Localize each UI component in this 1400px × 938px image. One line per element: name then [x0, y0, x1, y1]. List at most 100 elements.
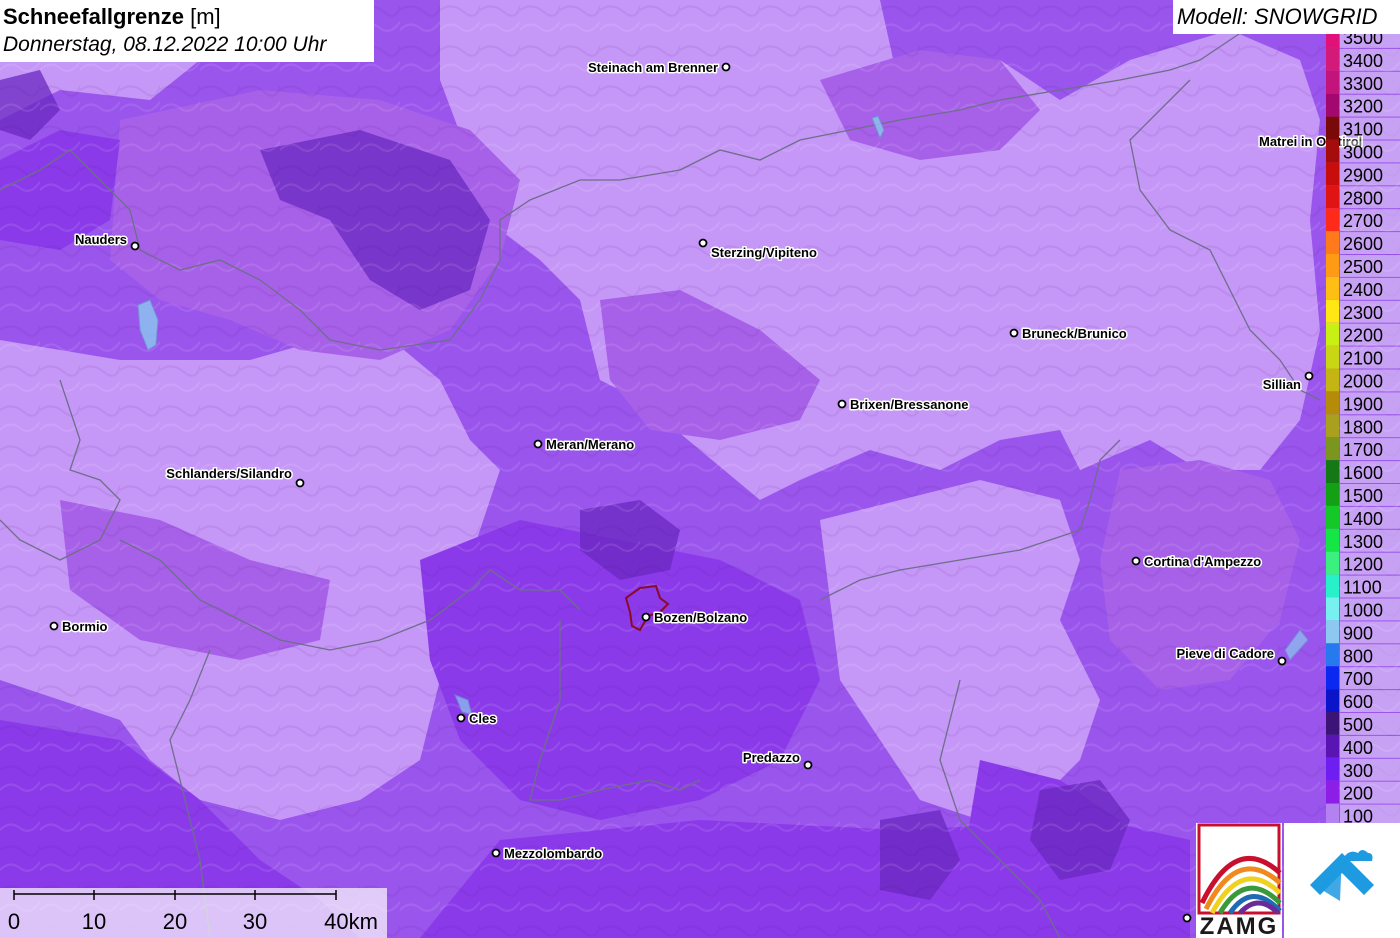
legend-label: 200: [1343, 784, 1373, 804]
scale-bar: 0 10 20 30 40km: [0, 888, 387, 938]
town-label: Cles: [469, 711, 496, 726]
legend-swatch: [1326, 254, 1339, 277]
legend-swatch: [1326, 70, 1339, 94]
town-label: Meran/Merano: [546, 437, 634, 452]
legend-swatch: [1326, 414, 1339, 438]
geosphere-logo: [1284, 823, 1400, 938]
town-label: Bozen/Bolzano: [654, 610, 747, 625]
legend-swatch: [1326, 734, 1339, 758]
zamg-logo: ZAMG: [1196, 823, 1282, 938]
legend-label: 2300: [1343, 303, 1383, 323]
town-label: Predazzo: [743, 750, 800, 765]
legend-label: 2200: [1343, 326, 1383, 346]
legend-label: 1300: [1343, 532, 1383, 552]
legend-label: 300: [1343, 761, 1373, 781]
legend-label: 100: [1343, 807, 1373, 824]
legend-label: 1100: [1343, 578, 1382, 598]
legend-swatch: [1326, 139, 1339, 163]
scale-label: 0: [8, 909, 20, 934]
town-label: Pieve di Cadore: [1176, 646, 1274, 661]
town-label: Cortina d'Ampezzo: [1144, 554, 1261, 569]
legend-swatch: [1326, 34, 1339, 48]
legend-label: 1900: [1343, 394, 1383, 414]
legend-swatch: [1326, 231, 1339, 254]
color-legend: 3500 3400 3300 3200 3100 30002900 2800 2700 2600…: [1326, 34, 1400, 824]
legend-swatch: [1326, 528, 1339, 552]
legend-label: 3300: [1343, 74, 1383, 94]
legend-swatch: [1326, 483, 1339, 506]
town-label: Sterzing/Vipiteno: [711, 245, 817, 260]
town-label: Nauders: [75, 232, 127, 247]
legend-label: 2600: [1343, 234, 1383, 254]
cloud-icon: [1344, 850, 1373, 861]
legend-label: 2800: [1343, 188, 1383, 208]
legend-label: 1500: [1343, 486, 1383, 506]
legend-swatch: [1326, 368, 1339, 392]
town-label: Schlanders/Silandro: [166, 466, 292, 481]
legend-swatch: [1326, 505, 1339, 529]
town-label: Bormio: [62, 619, 108, 634]
map-title-box: Schneefallgrenze [m] Donnerstag, 08.12.2…: [0, 0, 374, 62]
legend-label: 2900: [1343, 165, 1383, 185]
legend-swatch: [1326, 803, 1339, 824]
legend-swatch: [1326, 460, 1339, 483]
town-label: Mezzolombardo: [504, 846, 602, 861]
model-label: Modell: SNOWGRID: [1173, 0, 1400, 34]
legend-swatch: [1326, 689, 1339, 712]
legend-label: 1400: [1343, 509, 1383, 529]
legend-label: 600: [1343, 692, 1373, 712]
legend-swatch: [1326, 620, 1339, 644]
legend-label: 3500: [1343, 34, 1383, 48]
legend-label: 1800: [1343, 417, 1383, 437]
legend-swatch: [1326, 47, 1339, 71]
legend-swatch: [1326, 185, 1339, 209]
legend-label: 2000: [1343, 372, 1383, 392]
legend-label: 3000: [1343, 143, 1383, 163]
legend-swatch: [1326, 276, 1339, 300]
legend-label: 1000: [1343, 601, 1383, 621]
legend-label: 400: [1343, 738, 1373, 758]
title-text: Schneefallgrenze: [3, 4, 184, 29]
map-datetime: Donnerstag, 08.12.2022 10:00 Uhr: [3, 33, 327, 56]
legend-swatch: [1326, 345, 1339, 369]
scale-label: 20: [163, 909, 187, 934]
town-label: Sillian: [1263, 377, 1301, 392]
zamg-logo-text: ZAMG: [1200, 913, 1279, 938]
scale-label: 10: [82, 909, 106, 934]
town-label: Brixen/Bressanone: [850, 397, 969, 412]
legend-swatch: [1326, 757, 1339, 781]
legend-swatch: [1326, 208, 1339, 232]
legend-label: 2100: [1343, 349, 1383, 369]
town-label: Bruneck/Brunico: [1022, 326, 1127, 341]
legend-label: 800: [1343, 646, 1373, 666]
legend-label: 2700: [1343, 211, 1383, 231]
legend-swatch: [1326, 712, 1339, 735]
legend-label: 2500: [1343, 257, 1383, 277]
legend-swatch: [1326, 391, 1339, 415]
map-title: Schneefallgrenze [m]: [3, 3, 374, 31]
legend-label: 3400: [1343, 51, 1383, 71]
snowfall-limit-map[interactable]: Steinach am Brenner Nauders Sterzing/Vip…: [0, 0, 1400, 938]
legend-swatch: [1326, 322, 1339, 346]
town-label: Steinach am Brenner: [588, 60, 718, 75]
legend-swatch: [1326, 574, 1339, 598]
legend-swatch: [1326, 551, 1339, 575]
legend-label: 900: [1343, 623, 1373, 643]
legend-label: 500: [1343, 715, 1373, 735]
legend-swatch: [1326, 299, 1339, 323]
legend-swatch: [1326, 643, 1339, 667]
legend-label: 1600: [1343, 463, 1383, 483]
legend-label: 1200: [1343, 555, 1383, 575]
legend-swatch: [1326, 780, 1339, 804]
legend-swatch: [1326, 597, 1339, 621]
legend-swatch: [1326, 437, 1339, 461]
legend-label: 3100: [1343, 120, 1383, 140]
legend-label: 1700: [1343, 440, 1383, 460]
legend-label: 3200: [1343, 97, 1383, 117]
legend-swatch: [1326, 116, 1339, 140]
title-unit: [m]: [190, 4, 221, 29]
legend-swatch: [1326, 162, 1339, 186]
legend-label: 2400: [1343, 280, 1383, 300]
legend-label: 700: [1343, 669, 1373, 689]
scale-label: 40km: [324, 909, 378, 934]
